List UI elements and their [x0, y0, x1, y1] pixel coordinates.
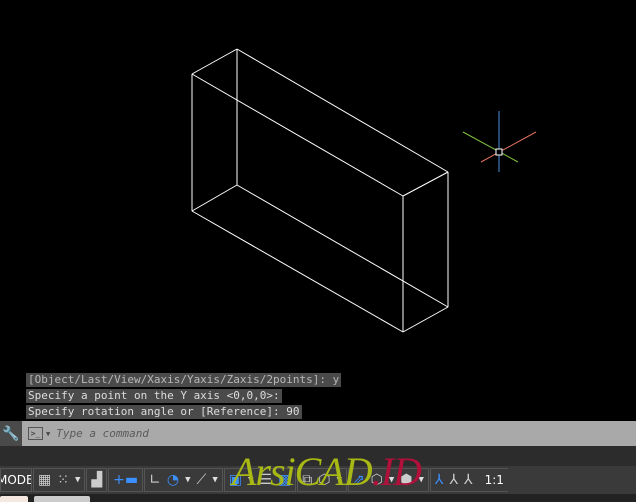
- command-history-line: Specify a point on the Y axis <0,0,0>:: [26, 389, 282, 403]
- dynamic-input-group: +▬: [108, 468, 144, 492]
- infer-group: ▟: [86, 468, 108, 492]
- annotation-visibility-icon[interactable]: ⅄: [435, 472, 444, 488]
- auto-scale-icon[interactable]: ⅄: [449, 472, 458, 488]
- crosshair-cursor-icon: [462, 111, 537, 172]
- annotation-group: ⅄ ⅄ ⅄ 1:1: [429, 468, 508, 492]
- chevron-down-icon[interactable]: ▼: [185, 475, 190, 485]
- chevron-down-icon[interactable]: ▼: [248, 475, 253, 485]
- chevron-down-icon[interactable]: ▼: [75, 475, 80, 485]
- lineweight-icon[interactable]: ☰: [259, 472, 272, 488]
- isodraft-icon[interactable]: ⟋: [197, 472, 207, 488]
- osnap-group: ▣ ▼ ☰ ▩: [223, 468, 297, 492]
- gizmo-icon[interactable]: ⬢: [400, 472, 412, 488]
- selection-cycling-icon[interactable]: ⧉: [302, 472, 312, 488]
- snap-icon[interactable]: ⁙: [57, 472, 69, 488]
- ortho-icon[interactable]: ∟: [149, 472, 161, 488]
- grid-group: ▦ ⁙ ▼: [33, 468, 86, 492]
- command-history-line: [Object/Last/View/Xaxis/Yaxis/Zaxis/2poi…: [26, 373, 342, 387]
- chevron-down-icon[interactable]: ▼: [46, 430, 50, 438]
- infer-constraints-icon[interactable]: ▟: [91, 472, 102, 488]
- transparency-icon[interactable]: ▩: [278, 472, 291, 488]
- object-snap-icon[interactable]: ▣: [229, 472, 242, 488]
- ortho-polar-group: ∟ ◔ ▼ ⟋ ▼: [144, 468, 223, 492]
- command-input[interactable]: [56, 427, 557, 440]
- command-line: 🔧 >_ ▼: [0, 421, 636, 446]
- dynamic-ucs-icon[interactable]: ⇗: [353, 472, 365, 488]
- layout-tab-area: [0, 446, 636, 466]
- command-prompt-icon[interactable]: >_: [28, 427, 43, 440]
- annotation-scale-icon[interactable]: ⅄: [464, 472, 473, 488]
- chevron-down-icon[interactable]: ▼: [418, 475, 423, 485]
- tab-thumbnail[interactable]: [0, 496, 28, 502]
- wrench-icon[interactable]: 🔧: [0, 421, 22, 446]
- selection-group: ⧉ ⬡ ▼: [297, 468, 347, 492]
- model-space-button[interactable]: MODEL: [0, 468, 32, 492]
- drawing-canvas[interactable]: [0, 0, 636, 420]
- chevron-down-icon[interactable]: ▼: [212, 475, 217, 485]
- taskbar-strip: [0, 494, 636, 502]
- tab-thumbnail[interactable]: [34, 496, 90, 502]
- wireframe-box: [191, 48, 449, 333]
- annotation-scale-value[interactable]: 1:1: [485, 473, 504, 487]
- chevron-down-icon[interactable]: ▼: [336, 475, 341, 485]
- chevron-down-icon[interactable]: ▼: [389, 475, 394, 485]
- ucs-group: ⇗ ⬡ ▼ ⬢ ▼: [347, 468, 429, 492]
- selection-filter-icon[interactable]: ⬡: [371, 472, 383, 488]
- 3d-osnap-icon[interactable]: ⬡: [318, 472, 330, 488]
- dynamic-input-icon[interactable]: +▬: [113, 472, 138, 488]
- grid-icon[interactable]: ▦: [38, 472, 51, 488]
- status-bar: MODEL ▦ ⁙ ▼ ▟ +▬ ∟ ◔ ▼ ⟋ ▼ ▣ ▼ ☰ ▩ ⧉ ⬡ ▼…: [0, 466, 636, 494]
- polar-tracking-icon[interactable]: ◔: [167, 472, 179, 488]
- command-history-line: Specify rotation angle or [Reference]: 9…: [26, 405, 302, 419]
